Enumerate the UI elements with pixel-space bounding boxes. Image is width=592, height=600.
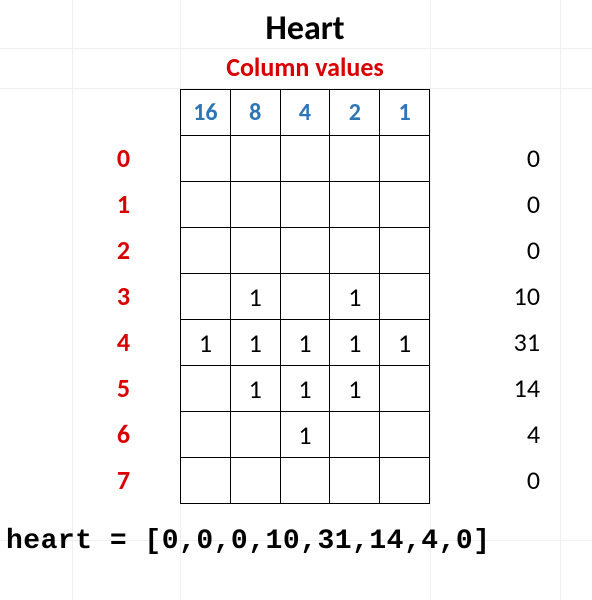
cell bbox=[181, 182, 231, 228]
table-row bbox=[181, 136, 430, 182]
row-sum: 31 bbox=[514, 319, 540, 365]
result-code: heart = [0,0,0,10,31,14,4,0] bbox=[0, 526, 592, 557]
cell: 1 bbox=[330, 320, 380, 366]
cell bbox=[380, 228, 430, 274]
cell bbox=[230, 228, 280, 274]
cell bbox=[230, 458, 280, 504]
cell bbox=[280, 182, 330, 228]
cell: 1 bbox=[380, 320, 430, 366]
cell bbox=[181, 228, 231, 274]
row-label: 3 bbox=[117, 273, 130, 319]
cell: 1 bbox=[230, 320, 280, 366]
cell bbox=[380, 274, 430, 320]
col-header: 2 bbox=[330, 90, 380, 136]
col-header: 8 bbox=[230, 90, 280, 136]
table-row bbox=[181, 182, 430, 228]
cell: 1 bbox=[280, 320, 330, 366]
cell bbox=[230, 136, 280, 182]
grid-table: 16 8 4 2 1 bbox=[180, 89, 430, 504]
cell bbox=[380, 458, 430, 504]
col-header: 1 bbox=[380, 90, 430, 136]
row-label: 7 bbox=[117, 457, 130, 503]
header-row: 16 8 4 2 1 bbox=[181, 90, 430, 136]
cell bbox=[230, 182, 280, 228]
row-sum: 0 bbox=[527, 227, 540, 273]
cell bbox=[230, 412, 280, 458]
cell: 1 bbox=[330, 274, 380, 320]
cell bbox=[181, 458, 231, 504]
row-sum: 0 bbox=[527, 457, 540, 503]
cell bbox=[181, 274, 231, 320]
table-row bbox=[181, 228, 430, 274]
cell bbox=[330, 136, 380, 182]
row-sum: 0 bbox=[527, 181, 540, 227]
cell bbox=[380, 412, 430, 458]
row-label: 5 bbox=[117, 365, 130, 411]
cell bbox=[181, 366, 231, 412]
row-sum: 14 bbox=[514, 365, 540, 411]
cell: 1 bbox=[181, 320, 231, 366]
row-sums-column: 0 0 0 10 31 14 4 0 bbox=[430, 89, 570, 504]
col-header: 16 bbox=[181, 90, 231, 136]
cell bbox=[280, 458, 330, 504]
page-title: Heart bbox=[180, 8, 430, 49]
row-label: 0 bbox=[117, 135, 130, 181]
row-label: 1 bbox=[117, 181, 130, 227]
cell bbox=[280, 228, 330, 274]
table-row: 1 1 1 1 1 bbox=[181, 320, 430, 366]
cell: 1 bbox=[230, 366, 280, 412]
table-row: 1 1 bbox=[181, 274, 430, 320]
cell: 1 bbox=[330, 366, 380, 412]
cell bbox=[330, 228, 380, 274]
row-label: 6 bbox=[117, 411, 130, 457]
cell: 1 bbox=[230, 274, 280, 320]
columns-subtitle: Column values bbox=[180, 51, 430, 83]
cell bbox=[330, 412, 380, 458]
row-sum: 0 bbox=[527, 135, 540, 181]
cell bbox=[330, 182, 380, 228]
row-label: 4 bbox=[117, 319, 130, 365]
cell bbox=[330, 458, 380, 504]
table-row: 1 bbox=[181, 412, 430, 458]
cell bbox=[181, 412, 231, 458]
cell bbox=[380, 182, 430, 228]
row-sum: 4 bbox=[527, 411, 540, 457]
cell bbox=[280, 136, 330, 182]
row-sum: 10 bbox=[514, 273, 540, 319]
table-row bbox=[181, 458, 430, 504]
row-labels-column: 0 1 2 3 4 5 6 7 bbox=[0, 89, 180, 504]
row-label: 2 bbox=[117, 227, 130, 273]
cell: 1 bbox=[280, 366, 330, 412]
cell bbox=[181, 136, 231, 182]
cell bbox=[380, 366, 430, 412]
cell: 1 bbox=[280, 412, 330, 458]
table-row: 1 1 1 bbox=[181, 366, 430, 412]
cell bbox=[380, 136, 430, 182]
cell bbox=[280, 274, 330, 320]
bitmap-grid: 16 8 4 2 1 bbox=[180, 89, 430, 504]
col-header: 4 bbox=[280, 90, 330, 136]
